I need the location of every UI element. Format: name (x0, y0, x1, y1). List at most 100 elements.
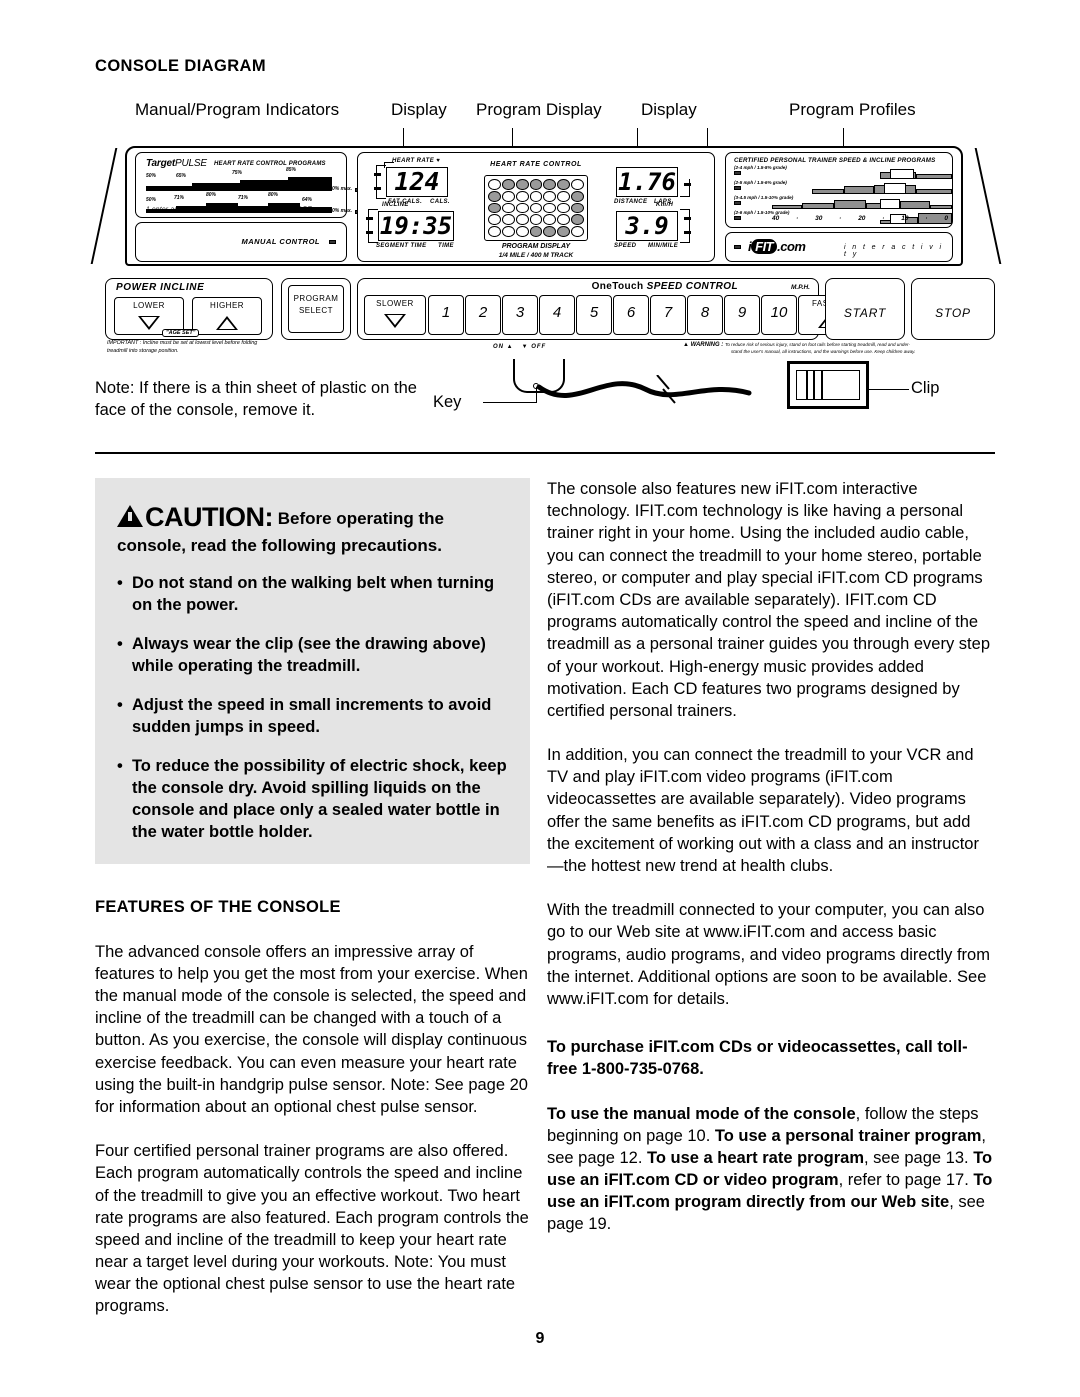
callout-program-display: Program Display (476, 100, 602, 119)
speed-control-group: OneTouch SPEED CONTROL M.P.H. SLOWER 1 2… (357, 278, 860, 340)
heart-rate-control-title: HEART RATE CONTROL (490, 161, 582, 168)
program-2-max-label: 50% max. (329, 208, 352, 214)
speed-label: SPEED (614, 243, 637, 249)
program-display-caption: PROGRAM DISPLAY (501, 243, 571, 250)
heart-rate-program-1-profile: 50% 65% 75% 85% 50% max. (146, 167, 362, 193)
start-button[interactable]: START (832, 293, 898, 333)
program-select-button[interactable]: PROGRAM SELECT (288, 285, 344, 333)
target-pulse-logo: TargetPULSE (146, 158, 207, 169)
power-switch-label: ON ▲ ▼ OFF (493, 344, 547, 350)
program-select-group: PROGRAM SELECT (281, 278, 351, 340)
incline-higher-button[interactable]: HIGHER (192, 297, 262, 335)
callout-display-left: Display (391, 100, 447, 119)
speed-key-6[interactable]: 6 (613, 295, 649, 335)
segment-time-label: SEGMENT TIME (376, 243, 427, 249)
speed-slower-button[interactable]: SLOWER (364, 295, 426, 335)
power-incline-group: POWER INCLINE LOWER HIGHER "AGE SET" (105, 278, 273, 340)
ifit-panel: i FIT .com i n t e r a c t i v i t y (725, 232, 953, 262)
caution-box: CAUTION: Before operating the console, r… (95, 478, 530, 864)
speed-key-8[interactable]: 8 (687, 295, 723, 335)
display-panel: 124 HEART RATE ♥ FAT CALS. CALS. 19:35 I… (357, 152, 715, 262)
warning-triangle-icon: ▲ (683, 342, 689, 348)
ifit-paragraph-2: In addition, you can connect the treadmi… (547, 746, 979, 875)
page-number: 9 (535, 1330, 545, 1347)
profile-2-led (734, 186, 741, 190)
program-profiles-title: CERTIFIED PERSONAL TRAINER SPEED & INCLI… (734, 157, 936, 164)
heart-icon: ♥ (436, 158, 441, 164)
caution-bullet: To reduce the possibility of electric sh… (117, 756, 508, 844)
stop-button[interactable]: STOP (918, 293, 988, 333)
start-group: START (825, 278, 905, 340)
program-dot-matrix-display (484, 175, 588, 241)
profile-3-led (734, 201, 741, 205)
features-paragraph-2: Four certified personal trainer programs… (95, 1142, 529, 1316)
right-column: The console also features new iFIT.com i… (547, 478, 995, 1236)
distance-display-value: 1.76 (616, 167, 678, 197)
ifit-led (734, 245, 741, 249)
kmh-label: Km/H (656, 202, 674, 208)
warning-triangle-icon (117, 505, 143, 527)
key-clip-drawing: Note: If there is a thin sheet of plasti… (95, 359, 995, 437)
program-profiles-panel: CERTIFIED PERSONAL TRAINER SPEED & INCLI… (725, 152, 953, 228)
features-paragraph-1: The advanced console offers an impressiv… (95, 942, 528, 1116)
manual-control-panel: MANUAL CONTROL (135, 222, 347, 262)
distance-label: DISTANCE (614, 199, 648, 205)
time-label: TIME (438, 243, 454, 249)
caution-headline: CAUTION: Before operating the console, r… (117, 502, 444, 555)
target-pulse-subtitle: HEART RATE CONTROL PROGRAMS (214, 161, 326, 167)
stop-group: STOP (911, 278, 995, 340)
target-pulse-steps: 1 enter age 2 wear pulse chest strap 3 p… (146, 206, 312, 213)
features-heading: FEATURES OF THE CONSOLE (95, 897, 341, 916)
key-cord (536, 375, 752, 404)
triangle-down-icon (384, 314, 406, 328)
caution-bullet: Always wear the clip (see the drawing ab… (117, 634, 508, 678)
triangle-down-icon (138, 316, 160, 330)
age-set-tag: "AGE SET" (162, 329, 200, 337)
speed-key-10[interactable]: 10 (761, 295, 797, 335)
power-incline-title: POWER INCLINE (116, 282, 205, 293)
mode-instructions: To use the manual mode of the console, f… (547, 1104, 993, 1234)
console-warning-text: ▲ WARNING : To reduce risk of serious in… (683, 342, 911, 348)
incline-important-note: IMPORTANT : Incline must be set at lowes… (107, 340, 258, 354)
program-profiles-axis: 40 · 30 · 20 · 10 · 0 (772, 215, 948, 222)
ifit-tagline: i n t e r a c t i v i t y (844, 244, 944, 258)
manual-control-label: MANUAL CONTROL (241, 237, 320, 246)
left-column: CAUTION: Before operating the console, r… (95, 478, 530, 1318)
callout-display-right: Display (641, 100, 697, 119)
console-diagram: TargetPULSE HEART RATE CONTROL PROGRAMS … (90, 138, 1002, 363)
profile-row-2: (2-5 mph / 1.5-6% grade) (734, 180, 952, 195)
speed-key-7[interactable]: 7 (650, 295, 686, 335)
profile-4-led (734, 216, 741, 220)
manual-control-led (329, 240, 336, 244)
profile-row-3: (3-4.5 mph / 1.5-10% grade) (734, 195, 952, 210)
speed-key-9[interactable]: 9 (724, 295, 760, 335)
ifit-paragraph-3: With the treadmill connected to your com… (547, 901, 990, 1008)
page-title: CONSOLE DIAGRAM (95, 57, 266, 75)
triangle-up-icon (216, 316, 238, 330)
ifit-paragraph-1: The console also features new iFIT.com i… (547, 480, 990, 720)
mph-label: M.P.H. (790, 284, 810, 291)
speed-key-1[interactable]: 1 (428, 295, 464, 335)
ifit-logo: i FIT .com (748, 239, 806, 254)
speed-key-3[interactable]: 3 (502, 295, 538, 335)
speed-key-4[interactable]: 4 (539, 295, 575, 335)
caution-bullet: Do not stand on the walking belt when tu… (117, 573, 508, 617)
plastic-sheet-note: Note: If there is a thin sheet of plasti… (95, 379, 417, 420)
heart-rate-display-label: HEART RATE ♥ (392, 158, 441, 164)
speed-key-2[interactable]: 2 (465, 295, 501, 335)
onetouch-brand: OneTouch SPEED CONTROL (591, 281, 738, 292)
caution-bullet-list: Do not stand on the walking belt when tu… (117, 573, 508, 843)
heart-rate-display-value: 124 (386, 167, 448, 197)
profile-row-1: (2-4 mph / 1.5-8% grade) (734, 165, 952, 180)
speed-key-5[interactable]: 5 (576, 295, 612, 335)
cals-label: CALS. (430, 199, 450, 205)
target-pulse-panel: TargetPULSE HEART RATE CONTROL PROGRAMS … (135, 152, 362, 218)
incline-label: INCLINE (382, 202, 409, 208)
speed-display-value: 3.9 (616, 211, 678, 241)
profile-1-led (734, 171, 741, 175)
section-divider (95, 452, 995, 454)
incline-display-value: 19:35 (378, 211, 454, 241)
clip-label: Clip (911, 379, 940, 397)
callout-manual-program-indicators: Manual/Program Indicators (135, 100, 340, 119)
key-label: Key (433, 393, 462, 411)
